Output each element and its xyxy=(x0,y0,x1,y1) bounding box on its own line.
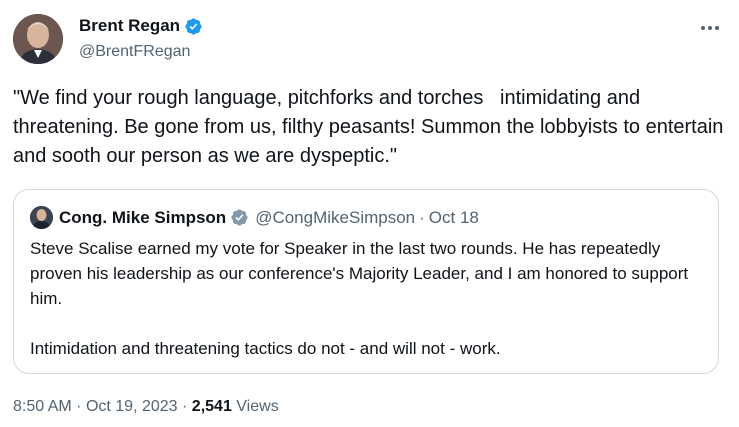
tweet-time[interactable]: 8:50 AM xyxy=(13,398,72,415)
quoted-author-avatar xyxy=(30,206,53,229)
more-horizontal-icon[interactable] xyxy=(698,18,722,38)
quoted-separator: · xyxy=(419,207,425,227)
meta-separator: · xyxy=(76,398,82,415)
tweet-text: "We find your rough language, pitchforks… xyxy=(13,87,729,167)
verified-badge-icon xyxy=(185,17,202,35)
author-display-name[interactable]: Brent Regan xyxy=(79,16,180,36)
quoted-author-handle: @CongMikeSimpson xyxy=(255,207,416,227)
tweet-meta: 8:50 AM · Oct 19, 2023 · 2,541 Views xyxy=(13,398,279,416)
views-count: 2,541 xyxy=(191,398,232,415)
author-handle[interactable]: @BrentFRegan xyxy=(79,43,190,61)
author-avatar[interactable] xyxy=(13,14,63,64)
quoted-tweet-header: Cong. Mike Simpson @CongMikeSimpson · Oc… xyxy=(30,206,479,229)
views-label: Views xyxy=(236,398,279,415)
meta-separator: · xyxy=(182,398,188,415)
quoted-tweet-text: Steve Scalise earned my vote for Speaker… xyxy=(30,239,689,358)
quoted-tweet-card[interactable]: Cong. Mike Simpson @CongMikeSimpson · Oc… xyxy=(13,189,719,374)
verified-badge-icon xyxy=(231,209,248,226)
quoted-tweet-date: Oct 18 xyxy=(428,207,479,227)
quoted-author-display-name: Cong. Mike Simpson xyxy=(59,207,227,227)
tweet-date[interactable]: Oct 19, 2023 xyxy=(86,398,178,415)
author-name-row: Brent Regan xyxy=(79,16,203,36)
